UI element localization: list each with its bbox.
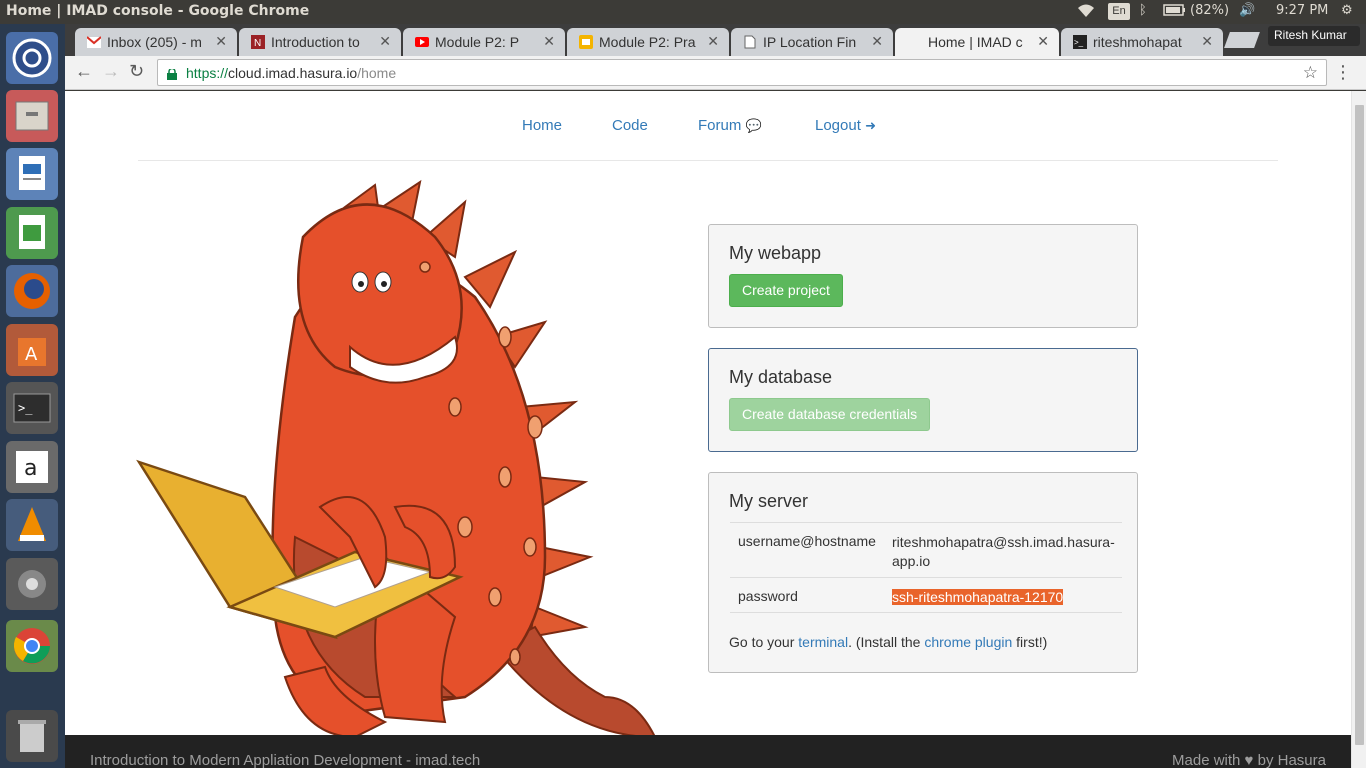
svg-text:N: N — [254, 38, 261, 49]
create-database-credentials-button[interactable]: Create database credentials — [729, 398, 931, 431]
tab-slides[interactable]: Module P2: Pra ✕ — [567, 28, 729, 56]
vlc-icon[interactable] — [6, 499, 58, 551]
nav-code-link[interactable]: Code — [612, 117, 648, 134]
terminal-icon[interactable]: >_ — [6, 382, 58, 434]
back-arrow-icon[interactable]: ← — [75, 61, 93, 82]
note-text: first!) — [1012, 634, 1048, 650]
url-scheme: https:// — [186, 65, 229, 81]
svg-text:A: A — [25, 344, 38, 365]
table-row: username@hostname riteshmohapatra@ssh.im… — [730, 522, 1122, 578]
server-panel: My server username@hostname riteshmohapa… — [708, 472, 1138, 673]
webapp-title: My webapp — [729, 243, 822, 263]
files-icon[interactable] — [6, 90, 58, 142]
create-project-button[interactable]: Create project — [729, 274, 843, 307]
table-row: password ssh-riteshmohapatra-12170 — [730, 577, 1122, 613]
chrome-icon[interactable] — [6, 620, 58, 672]
trash-icon[interactable] — [6, 710, 58, 762]
tab-gmail[interactable]: Inbox (205) - m ✕ — [75, 28, 237, 56]
url-path: /home — [357, 65, 397, 81]
volume-icon[interactable]: 🔊 — [1239, 3, 1255, 18]
reload-icon[interactable]: ↻ — [129, 61, 144, 82]
password-cell: ssh-riteshmohapatra-12170 — [892, 588, 1122, 607]
terminal-link[interactable]: terminal — [798, 634, 848, 650]
top-panel: Home | IMAD console - Google Chrome En ᛒ… — [0, 0, 1366, 24]
comments-icon: 💬 — [745, 118, 762, 133]
url-host: cloud.imad.hasura.io — [228, 65, 358, 81]
site-footer: Introduction to Modern Appliation Develo… — [65, 735, 1351, 768]
terminal-note: Go to your terminal. (Install the chrome… — [729, 634, 1047, 650]
clock[interactable]: 9:27 PM — [1276, 3, 1328, 18]
password-value[interactable]: ssh-riteshmohapatra-12170 — [892, 589, 1064, 605]
note-text: Go to your — [729, 634, 799, 650]
browser-toolbar: ← → ↻ https://cloud.imad.hasura.io/home … — [65, 56, 1366, 90]
new-tab-button[interactable] — [1224, 32, 1260, 48]
nptel-icon: N — [251, 35, 265, 49]
dinosaur-illustration — [136, 179, 656, 735]
bluetooth-icon[interactable]: ᛒ — [1139, 3, 1147, 18]
close-tab-icon[interactable]: ✕ — [379, 33, 391, 50]
wifi-icon[interactable] — [1076, 3, 1096, 23]
sign-out-icon: ➜ — [865, 118, 876, 133]
footer-left-text: Introduction to Modern Appliation Develo… — [90, 752, 481, 768]
close-tab-icon[interactable]: ✕ — [707, 33, 719, 50]
tab-youtube[interactable]: Module P2: P ✕ — [403, 28, 565, 56]
page-icon — [743, 35, 757, 49]
close-tab-icon[interactable]: ✕ — [871, 33, 883, 50]
svg-text:>_: >_ — [18, 401, 33, 415]
page-scrollbar[interactable] — [1351, 91, 1366, 768]
nav-forum-label: Forum — [698, 117, 742, 134]
gmail-icon — [86, 35, 102, 49]
nav-logout-label: Logout — [815, 117, 861, 134]
lock-icon — [167, 67, 177, 80]
launcher: A >_ a — [0, 24, 65, 768]
battery-icon[interactable] — [1163, 3, 1187, 21]
youtube-icon — [415, 35, 429, 49]
site-navbar: Home Code Forum 💬 Logout ➜ — [138, 91, 1278, 161]
svg-text:a: a — [24, 456, 37, 481]
tab-nptel[interactable]: N Introduction to ✕ — [239, 28, 401, 56]
close-tab-icon[interactable]: ✕ — [543, 33, 555, 50]
tab-terminal[interactable]: >_ riteshmohapat ✕ — [1061, 28, 1223, 56]
chrome-menu-icon[interactable]: ⋮ — [1334, 62, 1352, 83]
footer-right-text: Made with ♥ by Hasura — [1172, 752, 1326, 768]
slides-icon — [579, 35, 593, 49]
forward-arrow-icon[interactable]: → — [102, 61, 120, 82]
svg-text:>_: >_ — [1074, 38, 1084, 47]
input-language-indicator[interactable]: En — [1108, 3, 1130, 20]
battery-percentage: (82%) — [1190, 3, 1230, 18]
window-title: Home | IMAD console - Google Chrome — [6, 3, 310, 19]
settings-gear-icon[interactable]: ⚙ — [1341, 3, 1353, 18]
close-tab-icon[interactable]: ✕ — [1037, 33, 1049, 50]
tab-imad-home[interactable]: Home | IMAD c ✕ — [895, 28, 1059, 56]
database-title: My database — [729, 367, 833, 387]
username-label: username@hostname — [738, 533, 876, 549]
profile-button[interactable]: Ritesh Kumar — [1268, 26, 1360, 46]
password-label: password — [738, 588, 798, 604]
webapp-panel: My webapp Create project — [708, 224, 1138, 328]
nav-home-link[interactable]: Home — [522, 117, 562, 134]
writer-icon[interactable] — [6, 148, 58, 200]
note-text: . (Install the — [848, 634, 925, 650]
close-tab-icon[interactable]: ✕ — [1201, 33, 1213, 50]
close-tab-icon[interactable]: ✕ — [215, 33, 227, 50]
calc-icon[interactable] — [6, 207, 58, 259]
page-content: Home Code Forum 💬 Logout ➜ My webapp Cre… — [65, 91, 1351, 735]
firefox-icon[interactable] — [6, 265, 58, 317]
tab-strip: Inbox (205) - m ✕ N Introduction to ✕ Mo… — [65, 24, 1366, 56]
nav-logout-link[interactable]: Logout ➜ — [815, 117, 876, 134]
terminal-icon: >_ — [1073, 35, 1087, 49]
database-panel: My database Create database credentials — [708, 348, 1138, 452]
scrollbar-thumb[interactable] — [1355, 105, 1364, 745]
address-bar[interactable]: https://cloud.imad.hasura.io/home ☆ — [157, 59, 1327, 86]
system-settings-icon[interactable] — [6, 558, 58, 610]
nav-forum-link[interactable]: Forum 💬 — [698, 117, 762, 134]
ubuntu-dash-icon[interactable] — [6, 32, 58, 84]
amazon-icon[interactable]: a — [6, 441, 58, 493]
chrome-plugin-link[interactable]: chrome plugin — [924, 634, 1012, 650]
server-title: My server — [729, 491, 809, 511]
tab-ip-location[interactable]: IP Location Fin ✕ — [731, 28, 893, 56]
software-center-icon[interactable]: A — [6, 324, 58, 376]
bookmark-star-icon[interactable]: ☆ — [1303, 63, 1318, 83]
username-value: riteshmohapatra@ssh.imad.hasura-app.io — [892, 534, 1115, 569]
